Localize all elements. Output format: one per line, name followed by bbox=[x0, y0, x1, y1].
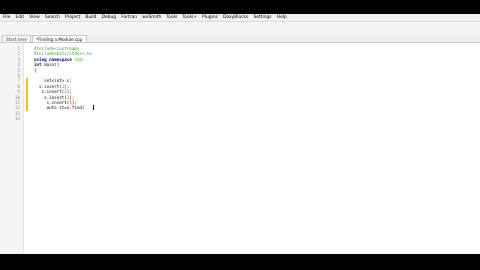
code-line[interactable]: int main() bbox=[34, 62, 59, 67]
menu-settings[interactable]: Settings bbox=[254, 14, 272, 22]
code-token: int bbox=[34, 62, 45, 68]
menu-tools[interactable]: Tools+ bbox=[182, 14, 197, 22]
menu-project[interactable]: Project bbox=[65, 14, 80, 22]
line-number-gutter: 1 2 3 4 5 6 7 8 9 10 11 12 13 14 bbox=[0, 43, 24, 254]
code-token: ); bbox=[64, 83, 70, 89]
code-token: ); bbox=[69, 94, 75, 100]
code-token: std; bbox=[74, 56, 85, 62]
codeblocks-window: File Edit View Search Project Build Debug Fortr… bbox=[0, 14, 480, 254]
code-token: s.insert( bbox=[34, 83, 62, 89]
code-token: main() bbox=[44, 62, 60, 68]
menu-wxsmith[interactable]: wxSmith bbox=[142, 14, 161, 22]
toolbar-area bbox=[0, 23, 480, 35]
code-editor[interactable]: 1 2 3 4 5 6 7 8 9 10 11 12 13 14 #include<iostream> #i… bbox=[0, 43, 480, 254]
menu-fortran[interactable]: Fortran bbox=[121, 14, 137, 22]
menu-file[interactable]: File bbox=[3, 14, 10, 22]
modified-lines-marker bbox=[26, 78, 28, 111]
code-line[interactable]: auto it=s.find( bbox=[34, 105, 85, 111]
code-token: auto it=s.find( bbox=[34, 105, 85, 111]
menu-edit[interactable]: Edit bbox=[16, 14, 25, 22]
code-token: #include<bits/stdc++.h> bbox=[34, 51, 92, 57]
text-cursor bbox=[93, 105, 94, 111]
line-number: 14 bbox=[14, 116, 20, 122]
code-line[interactable]: { bbox=[34, 68, 37, 73]
menu-debug[interactable]: Debug bbox=[102, 14, 116, 22]
code-token: ); bbox=[66, 89, 72, 95]
editor-tab[interactable]: Start here bbox=[2, 35, 31, 42]
menu-bar: File Edit View Search Project Build Debug Fortr… bbox=[0, 14, 480, 22]
editor-tab[interactable]: *Finding a.Module.cpp bbox=[32, 35, 87, 42]
code-token: s.insert( bbox=[34, 94, 67, 100]
menu-search[interactable]: Search bbox=[45, 14, 60, 22]
menu-doxyblocks[interactable]: DoxyBlocks bbox=[223, 14, 248, 22]
menu-plugins[interactable]: Plugins bbox=[202, 14, 218, 22]
editor-tab-bar: Start here *Finding a.Module.cpp bbox=[0, 35, 480, 43]
code-token: s.insert( bbox=[34, 89, 65, 95]
code-token: set<int> s; bbox=[34, 78, 72, 84]
code-token: using namespace bbox=[34, 56, 75, 62]
menu-tools[interactable]: Tools bbox=[166, 14, 177, 22]
code-token: s.insert( bbox=[34, 100, 70, 105]
menu-view[interactable]: View bbox=[29, 14, 39, 22]
menu-help[interactable]: Help bbox=[277, 14, 287, 22]
code-token: #include<iostream> bbox=[34, 46, 80, 51]
code-token: { bbox=[34, 67, 37, 73]
code-token: ); bbox=[71, 100, 77, 105]
menu-build[interactable]: Build bbox=[85, 14, 96, 22]
